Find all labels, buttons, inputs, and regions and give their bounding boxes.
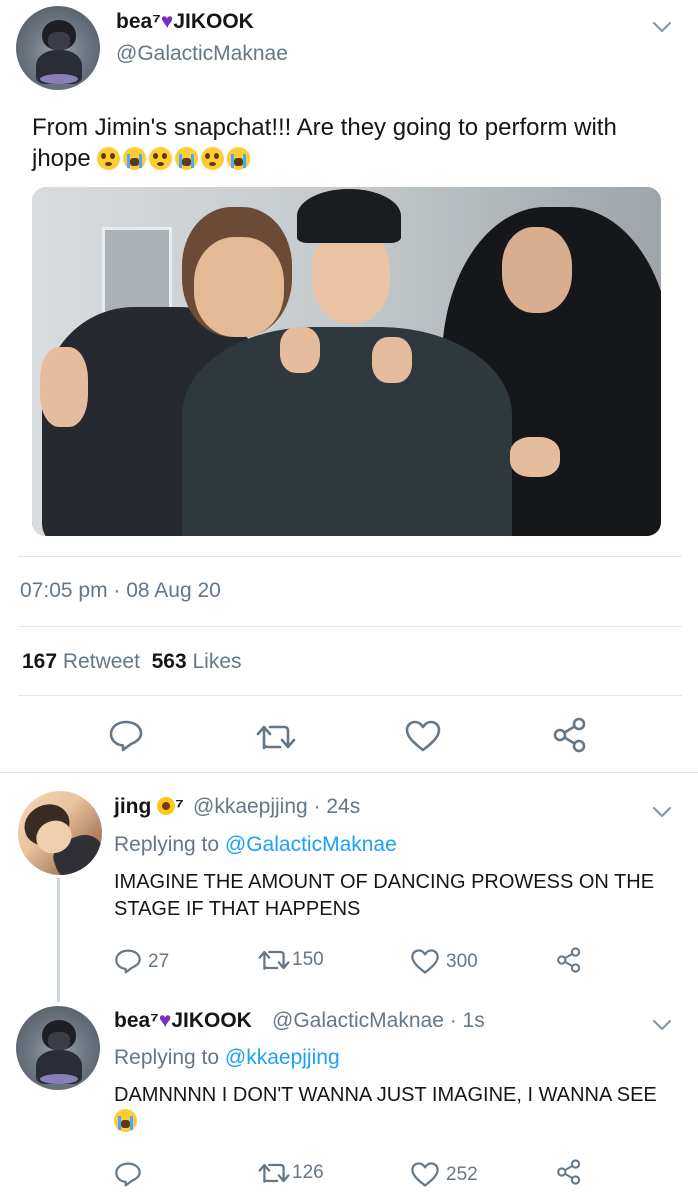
reply-handle-time[interactable]: @kkaepjjing · 24s	[193, 795, 360, 819]
retweet-button[interactable]	[256, 722, 296, 752]
thread-line	[57, 878, 60, 1002]
reply-button[interactable]: 27	[114, 948, 169, 975]
purple-heart-icon: ♥	[160, 10, 174, 33]
share-icon	[553, 717, 586, 753]
reply-text: DAMNNNN I DON'T WANNA JUST IMAGINE, I WA…	[114, 1082, 674, 1136]
loudly-crying-face-icon	[123, 147, 147, 170]
reply-button[interactable]	[108, 719, 144, 753]
flushed-face-icon	[149, 147, 173, 170]
divider	[0, 772, 698, 773]
reply-icon	[115, 1162, 141, 1187]
like-button[interactable]: 252	[410, 1161, 478, 1188]
reply-button[interactable]	[114, 1161, 148, 1188]
like-icon	[411, 1162, 439, 1187]
retweet-button[interactable]: 126	[258, 1161, 324, 1185]
reply-icon	[109, 720, 143, 752]
tweet-timestamp[interactable]: 07:05 pm · 08 Aug 20	[20, 579, 221, 603]
loudly-crying-face-icon	[114, 1109, 137, 1132]
like-icon	[411, 949, 439, 974]
share-icon	[557, 947, 581, 973]
retweet-button[interactable]: 150	[258, 948, 324, 972]
like-button[interactable]	[404, 719, 442, 753]
mention-link[interactable]: @GalacticMaknae	[225, 833, 397, 856]
retweet-label[interactable]: Retweet	[63, 650, 140, 673]
divider	[18, 626, 682, 627]
loudly-crying-face-icon	[227, 147, 251, 170]
chevron-down-icon[interactable]	[651, 1014, 673, 1036]
chevron-down-icon[interactable]	[651, 16, 673, 38]
retweet-icon	[258, 1163, 290, 1183]
like-icon	[405, 720, 441, 752]
mention-link[interactable]: @kkaepjjing	[225, 1046, 340, 1069]
reply-icon	[115, 949, 141, 974]
like-button[interactable]: 300	[410, 948, 478, 975]
reply-display-name[interactable]: bea⁷♥JIKOOK	[114, 1009, 252, 1033]
author-display-name[interactable]: bea⁷♥JIKOOK	[116, 10, 254, 34]
tweet-stats: 167 Retweet 563 Likes	[22, 650, 242, 674]
like-label[interactable]: Likes	[193, 650, 242, 673]
divider	[18, 556, 682, 557]
purple-heart-icon: ♥	[158, 1009, 172, 1032]
reply-handle-time[interactable]: @GalacticMaknae · 1s	[272, 1009, 485, 1033]
retweet-icon	[256, 725, 296, 750]
share-button[interactable]	[552, 716, 588, 754]
chevron-down-icon[interactable]	[651, 801, 673, 823]
reply-text: IMAGINE THE AMOUNT OF DANCING PROWESS ON…	[114, 871, 655, 920]
retweet-icon	[258, 950, 290, 970]
author-avatar[interactable]	[16, 6, 100, 90]
share-button[interactable]	[556, 946, 582, 974]
like-count[interactable]: 563	[152, 650, 187, 673]
reply-display-name[interactable]: jing ⁷	[114, 795, 184, 819]
reply-avatar[interactable]	[18, 791, 102, 875]
divider	[18, 695, 682, 696]
retweet-count[interactable]: 167	[22, 650, 57, 673]
sunflower-icon	[157, 797, 176, 815]
flushed-face-icon	[201, 147, 225, 170]
tweet-photo[interactable]	[32, 187, 661, 536]
tweet-text: From Jimin's snapchat!!! Are they going …	[32, 114, 617, 172]
flushed-face-icon	[97, 147, 121, 170]
share-button[interactable]	[556, 1158, 582, 1186]
loudly-crying-face-icon	[175, 147, 199, 170]
replying-to: Replying to @GalacticMaknae	[114, 833, 397, 856]
author-handle[interactable]: @GalacticMaknae	[116, 42, 288, 66]
replying-to: Replying to @kkaepjjing	[114, 1046, 340, 1069]
share-icon	[557, 1159, 581, 1185]
reply-avatar[interactable]	[16, 1006, 100, 1090]
